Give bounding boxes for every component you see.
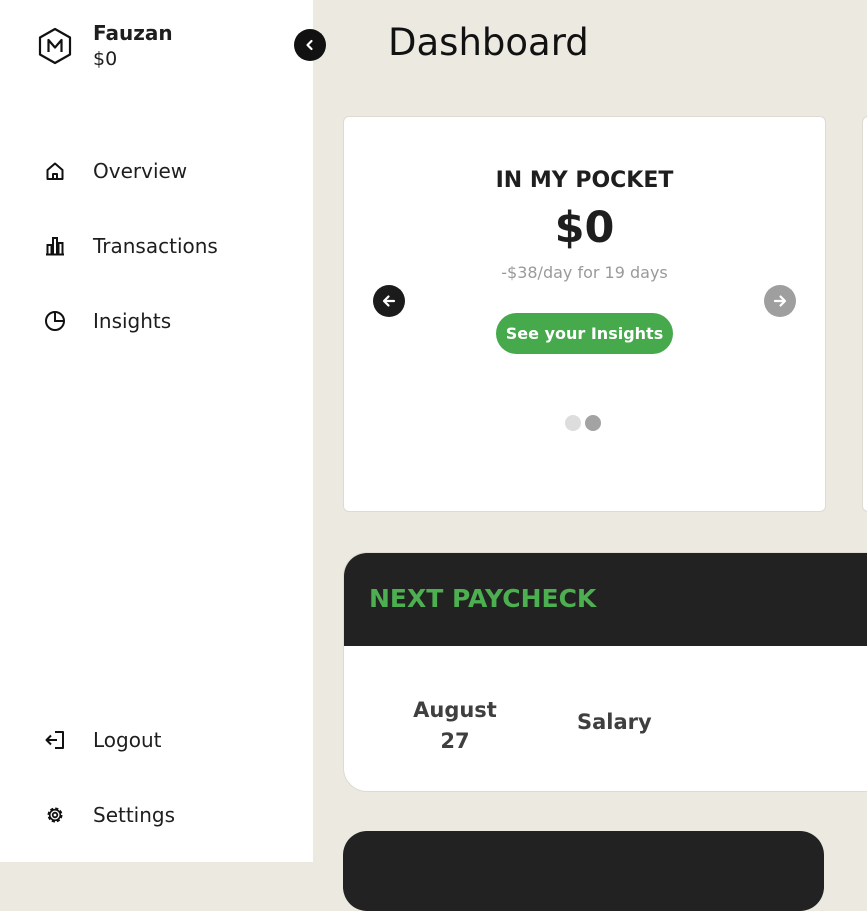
nav-item-label: Transactions (93, 234, 218, 258)
pocket-daily-budget: -$38/day for 19 days (501, 263, 668, 282)
profile-name: Fauzan (93, 21, 173, 45)
carousel-prev-button[interactable] (373, 285, 405, 317)
arrow-left-icon (382, 295, 396, 307)
carousel-dot-2[interactable] (585, 415, 601, 431)
chevron-left-icon (306, 39, 313, 51)
arrow-right-icon (773, 295, 787, 307)
home-icon (43, 159, 67, 183)
next-card-peek (862, 116, 867, 512)
page-title: Dashboard (388, 21, 589, 64)
pocket-amount: $0 (554, 203, 615, 253)
collapse-sidebar-button[interactable] (294, 29, 326, 61)
gear-icon (43, 803, 67, 827)
nav-item-label: Insights (93, 309, 172, 333)
profile-balance: $0 (93, 48, 118, 70)
paycheck-description: Salary (577, 710, 652, 734)
pie-chart-icon (43, 309, 67, 333)
paycheck-header: NEXT PAYCHECK (344, 553, 867, 646)
nav-item-label: Logout (93, 728, 162, 752)
nav-item-logout[interactable]: Logout (43, 725, 161, 755)
carousel-dot-1[interactable] (565, 415, 581, 431)
see-insights-button[interactable]: See your Insights (496, 313, 673, 354)
bottom-card (343, 831, 824, 911)
pocket-card: IN MY POCKET $0 -$38/day for 19 days See… (343, 116, 826, 512)
nav-item-label: Overview (93, 159, 188, 183)
carousel-dots (565, 415, 605, 431)
profile: Fauzan $0 (36, 22, 173, 73)
sidebar: Fauzan $0 Overview Transactions Insights… (0, 0, 313, 862)
nav-item-overview[interactable]: Overview (43, 156, 187, 186)
paycheck-title: NEXT PAYCHECK (369, 584, 597, 613)
hexagon-m-logo-icon (38, 27, 72, 65)
next-paycheck-card: NEXT PAYCHECK August 27 Salary (343, 552, 867, 792)
carousel-next-button[interactable] (764, 285, 796, 317)
nav-item-transactions[interactable]: Transactions (43, 231, 218, 261)
logout-icon (43, 728, 67, 752)
nav-item-settings[interactable]: Settings (43, 800, 175, 830)
bar-chart-icon (43, 234, 67, 258)
nav-item-label: Settings (93, 803, 176, 827)
paycheck-date: August 27 (413, 698, 497, 753)
nav-item-insights[interactable]: Insights (43, 306, 171, 336)
profile-text: Fauzan $0 (93, 22, 173, 73)
pocket-title: IN MY POCKET (495, 168, 674, 193)
